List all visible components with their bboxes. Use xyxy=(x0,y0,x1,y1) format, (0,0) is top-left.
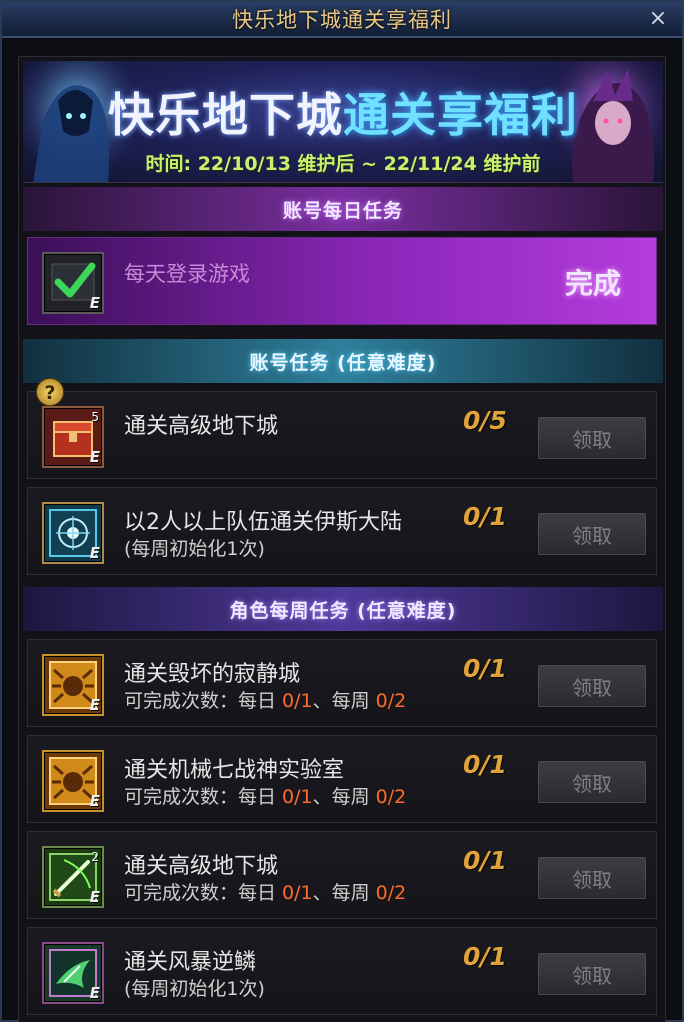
daily-count: 0/1 xyxy=(282,690,313,712)
equipment-badge: E xyxy=(89,792,100,810)
task-title: 通关毁坏的寂静城 xyxy=(124,662,301,687)
equipment-badge: E xyxy=(89,448,100,466)
task-progress: 0/1 xyxy=(463,502,507,531)
sword-slash-icon: 2 E xyxy=(42,846,104,908)
task-progress: 0/1 xyxy=(463,846,507,875)
claim-button[interactable]: 领取 xyxy=(538,953,646,995)
weekly-count: 0/2 xyxy=(375,882,407,904)
weekly-count: 0/2 xyxy=(375,786,407,808)
task-row-account-1: 5 E ? 通关高级地下城 0/5 领取 xyxy=(27,378,657,479)
task-subtitle: 可完成次数：每日 0/1、每周 0/2 xyxy=(124,782,406,809)
close-button[interactable]: × xyxy=(646,7,670,31)
task-title: 通关高级地下城 xyxy=(124,854,279,879)
equipment-badge: E xyxy=(89,294,100,312)
section-account-header: 账号任务 (任意难度) xyxy=(23,339,663,383)
completion-label: 可完成次数：每日 xyxy=(124,786,283,808)
task-row-weekly-4: E 通关风暴逆鳞 (每周初始化1次) 0/1 领取 xyxy=(27,927,657,1015)
golden-spider-icon: E xyxy=(42,654,104,716)
claim-button[interactable]: 领取 xyxy=(538,417,646,459)
rune-emblem-icon: E xyxy=(42,502,104,564)
completion-label: 可完成次数：每日 xyxy=(124,882,283,904)
title-bar: 快乐地下城通关享福利 × xyxy=(2,2,682,38)
banner-title-part2: 通关享福利 xyxy=(343,88,578,142)
task-progress: 0/1 xyxy=(463,654,507,683)
equipment-badge: E xyxy=(89,888,100,906)
task-subtitle: 可完成次数：每日 0/1、每周 0/2 xyxy=(124,878,406,905)
claim-button[interactable]: 领取 xyxy=(538,761,646,803)
task-title: 每天登录游戏 xyxy=(124,262,250,286)
claim-button[interactable]: 领取 xyxy=(538,665,646,707)
task-title: 通关风暴逆鳞 xyxy=(124,950,257,975)
weekly-count: 0/2 xyxy=(375,690,407,712)
task-subtitle: 可完成次数：每日 0/1、每周 0/2 xyxy=(124,686,406,713)
storm-scale-icon: E xyxy=(42,942,104,1004)
daily-count: 0/1 xyxy=(282,882,313,904)
task-subtitle: (每周初始化1次) xyxy=(124,538,265,560)
golden-spider-icon: E xyxy=(42,750,104,812)
task-complete-status: 完成 xyxy=(564,267,621,300)
weekly-label: 、每周 xyxy=(312,786,376,808)
event-banner: 快乐地下城通关享福利 时间: 22/10/13 维护后 ~ 22/11/24 维… xyxy=(23,61,663,183)
equipment-badge: E xyxy=(89,544,100,562)
weekly-label: 、每周 xyxy=(312,690,376,712)
task-row-daily-login: E 每天登录游戏 完成 xyxy=(27,237,657,325)
task-progress: 0/1 xyxy=(463,750,507,779)
task-row-weekly-1: E 通关毁坏的寂静城 可完成次数：每日 0/1、每周 0/2 0/1 领取 xyxy=(27,639,657,727)
task-title: 通关高级地下城 xyxy=(124,414,279,439)
task-progress: 0/5 xyxy=(463,406,507,435)
claim-button[interactable]: 领取 xyxy=(538,857,646,899)
checkmark-icon: E xyxy=(42,252,104,314)
icon-count: 2 xyxy=(91,850,99,864)
daily-count: 0/1 xyxy=(282,786,313,808)
task-row-weekly-2: E 通关机械七战神实验室 可完成次数：每日 0/1、每周 0/2 0/1 领取 xyxy=(27,735,657,823)
banner-title: 快乐地下城通关享福利 xyxy=(23,79,663,145)
equipment-badge: E xyxy=(89,984,100,1002)
task-title: 通关机械七战神实验室 xyxy=(124,758,345,783)
banner-title-part1: 快乐地下城 xyxy=(108,88,343,142)
equipment-badge: E xyxy=(89,696,100,714)
task-row-account-2: E 以2人以上队伍通关伊斯大陆 (每周初始化1次) 0/1 领取 xyxy=(27,487,657,575)
task-subtitle: (每周初始化1次) xyxy=(124,978,265,1000)
event-window: 快乐地下城通关享福利 × 快乐地下城通关享福利 时间: 22/10/13 维护后… xyxy=(0,0,684,1022)
completion-label: 可完成次数：每日 xyxy=(124,690,283,712)
treasure-box-icon: 5 E xyxy=(42,406,104,468)
icon-count: 5 xyxy=(91,410,99,424)
window-title: 快乐地下城通关享福利 xyxy=(232,8,452,32)
event-panel: 快乐地下城通关享福利 时间: 22/10/13 维护后 ~ 22/11/24 维… xyxy=(18,56,666,1022)
task-row-weekly-3: 2 E 通关高级地下城 可完成次数：每日 0/1、每周 0/2 0/1 领取 xyxy=(27,831,657,919)
event-time: 时间: 22/10/13 维护后 ~ 22/11/24 维护前 xyxy=(145,153,541,175)
section-weekly-header: 角色每周任务 (任意难度) xyxy=(23,587,663,631)
task-title: 以2人以上队伍通关伊斯大陆 xyxy=(124,510,402,535)
section-daily-header: 账号每日任务 xyxy=(23,187,663,231)
help-question-icon[interactable]: ? xyxy=(36,378,64,406)
claim-button[interactable]: 领取 xyxy=(538,513,646,555)
weekly-label: 、每周 xyxy=(312,882,376,904)
task-progress: 0/1 xyxy=(463,942,507,971)
